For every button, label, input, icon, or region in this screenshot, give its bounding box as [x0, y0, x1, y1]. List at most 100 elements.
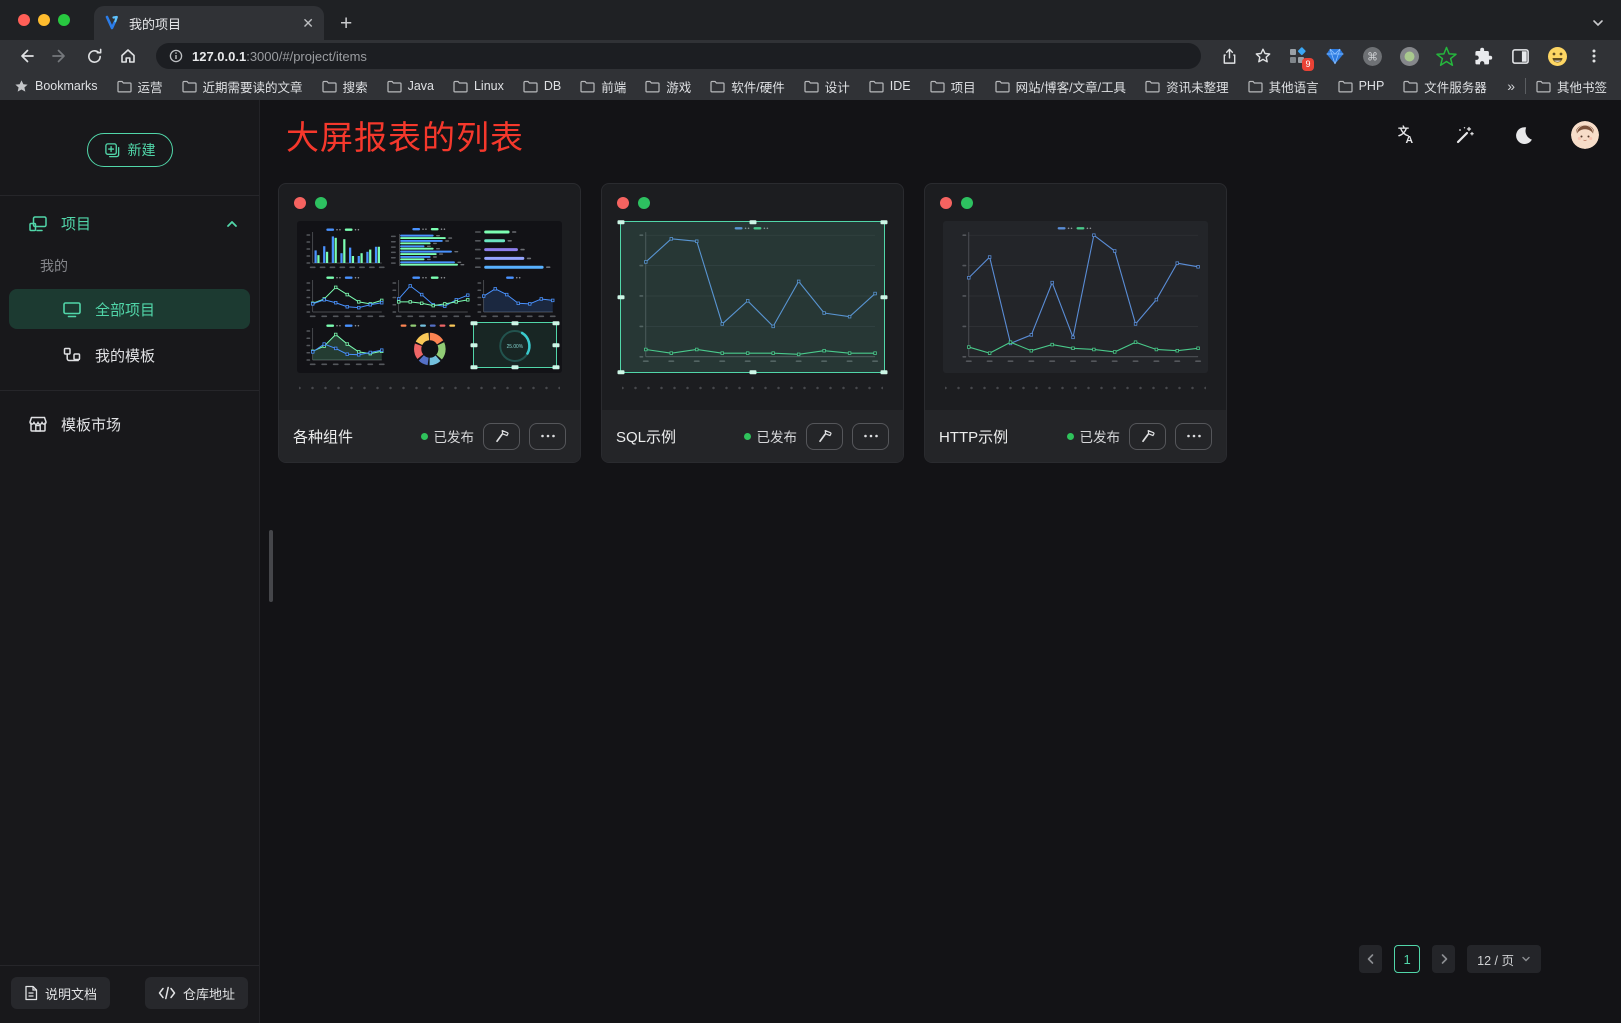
gem-extension-icon[interactable] — [1324, 45, 1346, 67]
next-page-button[interactable] — [1432, 945, 1455, 973]
more-button[interactable] — [1175, 423, 1212, 450]
status-label: 已发布 — [757, 426, 798, 446]
docs-button[interactable]: 说明文档 — [11, 977, 110, 1009]
current-page-button[interactable]: 1 — [1394, 945, 1420, 973]
resize-handle[interactable] — [749, 370, 756, 374]
resize-handle[interactable] — [512, 365, 519, 369]
bookmark-folder[interactable]: 游戏 — [645, 77, 691, 96]
bookmark-folder[interactable]: IDE — [869, 79, 911, 93]
bookmark-folder[interactable]: 设计 — [804, 77, 850, 96]
star-extension-icon[interactable] — [1435, 45, 1457, 67]
bookmark-folder[interactable]: 项目 — [930, 77, 976, 96]
sidebar-item-all-projects[interactable]: 全部项目 — [9, 289, 250, 329]
maximize-window-button[interactable] — [58, 14, 70, 26]
other-bookmarks[interactable]: 其他书签 — [1536, 77, 1607, 96]
browser-menu-icon[interactable] — [1583, 45, 1605, 67]
dot-extension-icon[interactable] — [1398, 45, 1420, 67]
bookmarks-overflow-icon[interactable]: » — [1507, 78, 1515, 94]
more-dots-icon — [1186, 434, 1202, 438]
share-icon[interactable] — [1215, 43, 1243, 69]
puzzle-extensions-icon[interactable] — [1472, 45, 1494, 67]
project-preview[interactable] — [943, 221, 1208, 373]
home-icon[interactable] — [114, 43, 142, 69]
blocks-extension-icon[interactable]: 9 — [1287, 45, 1309, 67]
forward-icon[interactable] — [46, 43, 74, 69]
command-extension-icon[interactable]: ⌘ — [1361, 45, 1383, 67]
edit-button[interactable] — [806, 423, 843, 450]
project-card: HTTP示例已发布 — [924, 183, 1227, 463]
project-preview[interactable]: 25.00% — [297, 221, 562, 373]
magic-wand-icon[interactable] — [1453, 124, 1475, 146]
bookmark-folder[interactable]: 搜索 — [322, 77, 368, 96]
resize-handle[interactable] — [881, 370, 888, 374]
resize-handle[interactable] — [881, 295, 888, 299]
sidebar-owner-label: 我的 — [0, 244, 259, 286]
bookmark-folder[interactable]: 其他语言 — [1248, 77, 1319, 96]
resize-handle[interactable] — [552, 365, 559, 369]
emoji-profile-icon[interactable] — [1546, 45, 1568, 67]
new-project-button[interactable]: 新建 — [87, 133, 173, 167]
resize-handle[interactable] — [471, 365, 478, 369]
scrollbar-thumb[interactable] — [269, 530, 273, 602]
bookmark-folder[interactable]: 文件服务器 — [1403, 77, 1487, 96]
new-project-label: 新建 — [128, 140, 156, 160]
bookmarks-root-label: Bookmarks — [35, 79, 98, 93]
bookmark-folder-label: PHP — [1359, 79, 1385, 93]
mini-chart-capsule — [473, 226, 557, 272]
resize-handle[interactable] — [552, 321, 559, 325]
resize-handle[interactable] — [618, 370, 625, 374]
resize-handle[interactable] — [749, 220, 756, 224]
more-button[interactable] — [529, 423, 566, 450]
main-content: 大屏报表的列表 文A 25.00%各种组件已发布SQL示例已发布HTTP示例已发… — [260, 100, 1621, 1023]
prev-page-button[interactable] — [1359, 945, 1382, 973]
bookmark-folder[interactable]: 软件/硬件 — [710, 77, 784, 96]
bookmark-folder[interactable]: 近期需要读的文章 — [182, 77, 303, 96]
bookmark-folder[interactable]: Linux — [453, 79, 504, 93]
bookmark-folder-label: 游戏 — [666, 77, 691, 96]
bookmarks-bar: Bookmarks 运营近期需要读的文章搜索 Java Linux DB 前端 游戏软件/… — [0, 72, 1621, 100]
tab-search-icon[interactable] — [1591, 16, 1605, 30]
url-bar[interactable]: 127.0.0.1:3000/#/project/items — [156, 43, 1201, 69]
side-panel-icon[interactable] — [1509, 45, 1531, 67]
browser-tab[interactable]: 我的项目 ✕ — [94, 6, 324, 40]
resize-handle[interactable] — [471, 343, 478, 347]
bookmark-star-icon[interactable] — [1249, 43, 1277, 69]
edit-button[interactable] — [483, 423, 520, 450]
user-avatar[interactable] — [1571, 121, 1599, 149]
bookmark-folder[interactable]: Java — [387, 79, 434, 93]
bookmark-folder[interactable]: 资讯未整理 — [1145, 77, 1229, 96]
project-preview[interactable] — [620, 221, 885, 373]
sidebar-item-template-market[interactable]: 模板市场 — [0, 403, 259, 445]
page-size-select[interactable]: 12 / 页 — [1467, 945, 1541, 973]
close-window-button[interactable] — [18, 14, 30, 26]
chevron-up-icon[interactable] — [225, 217, 239, 231]
new-tab-button[interactable]: + — [340, 13, 352, 34]
bookmark-folder[interactable]: PHP — [1338, 79, 1385, 93]
repo-button[interactable]: 仓库地址 — [145, 977, 248, 1009]
bookmarks-root[interactable]: Bookmarks — [14, 79, 98, 94]
back-icon[interactable] — [12, 43, 40, 69]
bookmark-folder[interactable]: 前端 — [580, 77, 626, 96]
more-button[interactable] — [852, 423, 889, 450]
selection-overlay[interactable] — [620, 221, 885, 373]
resize-handle[interactable] — [618, 295, 625, 299]
bookmark-folder[interactable]: 网站/博客/文章/工具 — [995, 77, 1126, 96]
resize-handle[interactable] — [552, 343, 559, 347]
dark-mode-moon-icon[interactable] — [1512, 124, 1534, 146]
bookmark-folder-label: 项目 — [951, 77, 976, 96]
site-info-icon[interactable] — [169, 49, 183, 63]
resize-handle[interactable] — [618, 220, 625, 224]
language-icon[interactable]: 文A — [1394, 124, 1416, 146]
bookmark-folder[interactable]: DB — [523, 79, 561, 93]
minimize-window-button[interactable] — [38, 14, 50, 26]
resize-handle[interactable] — [512, 321, 519, 325]
resize-handle[interactable] — [471, 321, 478, 325]
edit-button[interactable] — [1129, 423, 1166, 450]
resize-handle[interactable] — [881, 220, 888, 224]
selection-overlay[interactable] — [473, 322, 557, 368]
reload-icon[interactable] — [80, 43, 108, 69]
sidebar-group-project[interactable]: 项目 — [0, 196, 259, 244]
bookmark-folder[interactable]: 运营 — [117, 77, 163, 96]
tab-close-icon[interactable]: ✕ — [302, 16, 314, 30]
sidebar-item-my-templates[interactable]: 我的模板 — [9, 335, 250, 375]
